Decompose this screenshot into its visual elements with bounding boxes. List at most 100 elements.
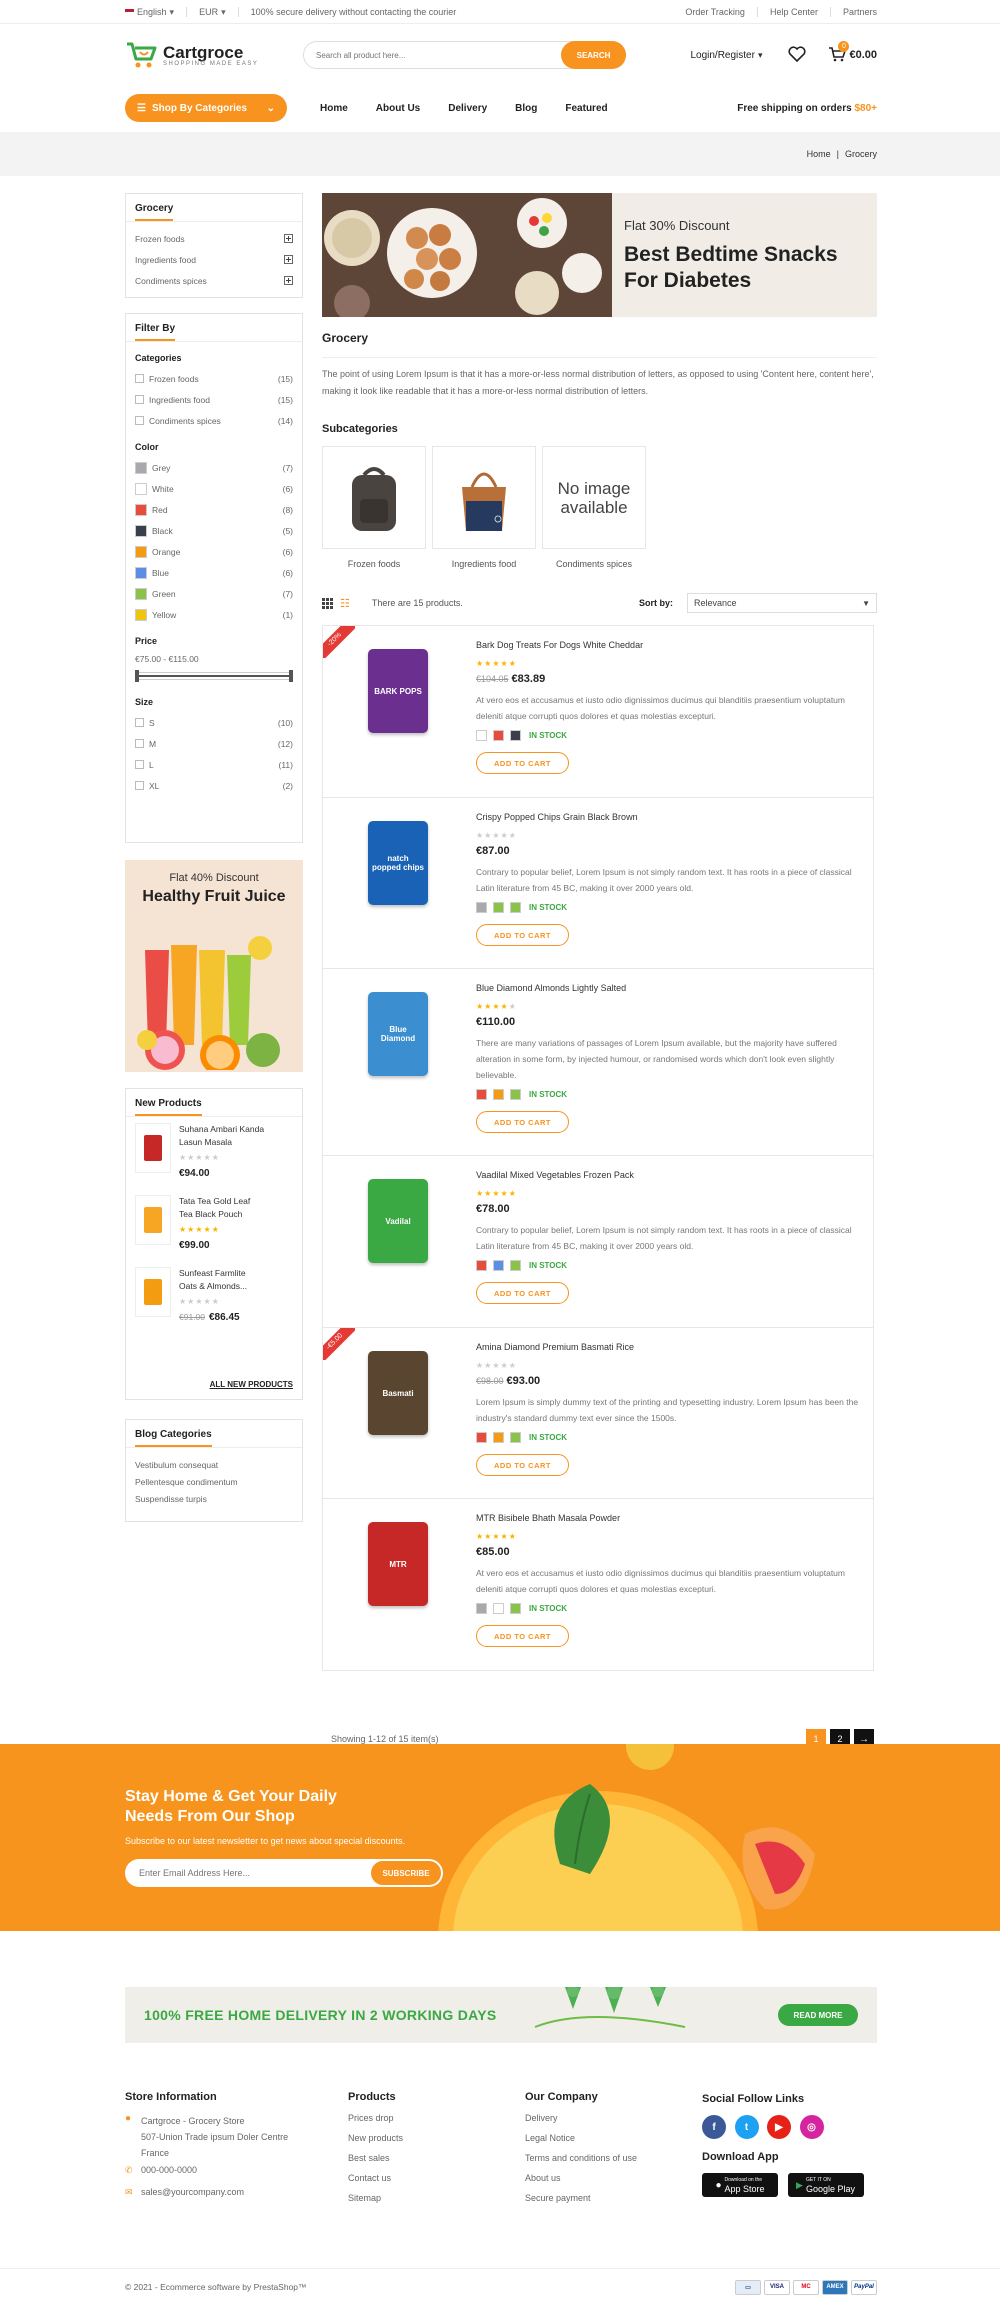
size-filter-option[interactable]: M (12) — [126, 733, 302, 754]
youtube-icon[interactable]: ▶ — [767, 2115, 792, 2139]
search-input[interactable] — [304, 50, 561, 60]
color-swatch[interactable] — [493, 1260, 504, 1271]
product-card[interactable]: Basmati -€5.00 Amina Diamond Premium Basma… — [322, 1327, 874, 1499]
read-more-button[interactable]: READ MORE — [778, 2004, 858, 2026]
twitter-icon[interactable]: t — [734, 2115, 759, 2139]
product-card[interactable]: MTR MTR Bisibele Bhath Masala Powder ★★★★★… — [322, 1498, 874, 1671]
cart-button[interactable]: 0 €0.00 — [828, 40, 877, 65]
color-swatch[interactable] — [493, 1432, 504, 1443]
fruit-juice-promo[interactable]: Flat 40% Discount Healthy Fruit Juice — [125, 860, 303, 1072]
new-product-name[interactable]: Sunfeast Farmlite — [179, 1267, 247, 1280]
newsletter-email-input[interactable] — [125, 1868, 371, 1878]
color-filter-option[interactable]: Orange (6) — [126, 541, 302, 562]
color-swatch[interactable] — [135, 545, 147, 558]
partners-link[interactable]: Partners — [843, 7, 877, 17]
blog-category-link[interactable]: Suspendisse turpis — [126, 1490, 302, 1507]
product-name[interactable]: Crispy Popped Chips Grain Black Brown — [476, 812, 638, 822]
color-swatch[interactable] — [135, 566, 147, 579]
price-slider-handle-min[interactable] — [135, 670, 139, 682]
category-link[interactable]: Frozen foods — [126, 228, 302, 249]
price-slider-handle-max[interactable] — [289, 670, 293, 682]
nav-home[interactable]: Home — [320, 103, 348, 114]
color-swatch[interactable] — [493, 1603, 504, 1614]
product-name[interactable]: Blue Diamond Almonds Lightly Salted — [476, 983, 626, 993]
subcategory-item[interactable]: Frozen foods — [322, 446, 426, 569]
category-link[interactable]: Ingredients food — [126, 249, 302, 270]
add-to-cart-button[interactable]: ADD TO CART — [476, 924, 569, 946]
color-swatch[interactable] — [510, 1089, 521, 1100]
footer-link-secure-payment[interactable]: Secure payment — [525, 2193, 637, 2213]
color-swatch[interactable] — [510, 1260, 521, 1271]
footer-link-new-products[interactable]: New products — [348, 2133, 403, 2153]
color-swatch[interactable] — [476, 902, 487, 913]
color-swatch[interactable] — [493, 902, 504, 913]
product-name[interactable]: Amina Diamond Premium Basmati Rice — [476, 1342, 634, 1352]
color-filter-option[interactable]: Green (7) — [126, 583, 302, 604]
product-name[interactable]: MTR Bisibele Bhath Masala Powder — [476, 1513, 620, 1523]
list-view-icon[interactable]: ☷ — [340, 597, 350, 610]
new-product-name[interactable]: Tea Black Pouch — [179, 1208, 250, 1221]
add-to-cart-button[interactable]: ADD TO CART — [476, 1111, 569, 1133]
footer-link-terms[interactable]: Terms and conditions of use — [525, 2153, 637, 2173]
color-swatch[interactable] — [493, 730, 504, 741]
language-selector[interactable]: English — [137, 7, 167, 17]
product-image[interactable]: Basmati — [343, 1338, 453, 1448]
product-card[interactable]: Vadilal Vaadilal Mixed Vegetables Frozen … — [322, 1155, 874, 1328]
product-image[interactable]: MTR — [343, 1509, 453, 1619]
category-filter-option[interactable]: Condiments spices (14) — [126, 410, 302, 431]
new-product-item[interactable]: Tata Tea Gold Leaf Tea Black Pouch ★★★★★ €9… — [135, 1195, 293, 1267]
product-image[interactable]: Blue Diamond — [343, 979, 453, 1089]
category-filter-option[interactable]: Ingredients food (15) — [126, 389, 302, 410]
nav-featured[interactable]: Featured — [565, 103, 607, 114]
instagram-icon[interactable]: ◎ — [799, 2115, 824, 2139]
color-swatch[interactable] — [135, 461, 147, 474]
footer-link-legal-notice[interactable]: Legal Notice — [525, 2133, 637, 2153]
size-filter-option[interactable]: S (10) — [126, 712, 302, 733]
color-swatch[interactable] — [493, 1089, 504, 1100]
nav-about-us[interactable]: About Us — [376, 103, 420, 114]
color-filter-option[interactable]: Blue (6) — [126, 562, 302, 583]
blog-category-link[interactable]: Pellentesque condimentum — [126, 1473, 302, 1490]
subcategory-item[interactable]: No image available Condiments spices — [542, 446, 646, 569]
product-card[interactable]: BARK POPS -20% Bark Dog Treats For Dogs Wh… — [322, 625, 874, 798]
new-product-item[interactable]: Sunfeast Farmlite Oats & Almonds... ★★★★★ €… — [135, 1267, 293, 1339]
order-tracking-link[interactable]: Order Tracking — [685, 7, 745, 17]
color-filter-option[interactable]: White (6) — [126, 478, 302, 499]
product-name[interactable]: Vaadilal Mixed Vegetables Frozen Pack — [476, 1170, 634, 1180]
search-button[interactable]: SEARCH — [561, 41, 626, 69]
color-filter-option[interactable]: Red (8) — [126, 499, 302, 520]
grid-view-icon[interactable] — [322, 597, 333, 609]
currency-selector[interactable]: EUR — [199, 7, 218, 17]
logo[interactable]: Cartgroce SHOPPING MADE EASY — [125, 40, 315, 70]
wishlist-heart-icon[interactable] — [788, 45, 807, 65]
new-product-item[interactable]: Suhana Ambari Kanda Lasun Masala ★★★★★ €94.… — [135, 1123, 293, 1195]
sort-select[interactable]: Relevance ▼ — [687, 593, 877, 613]
product-image[interactable]: Vadilal — [343, 1166, 453, 1276]
subscribe-button[interactable]: SUBSCRIBE — [371, 1861, 441, 1885]
add-to-cart-button[interactable]: ADD TO CART — [476, 1454, 569, 1476]
plus-icon[interactable] — [284, 255, 293, 264]
color-filter-option[interactable]: Black (5) — [126, 520, 302, 541]
product-card[interactable]: Blue Diamond Blue Diamond Almonds Lightly… — [322, 968, 874, 1156]
checkbox[interactable] — [135, 739, 144, 748]
nav-delivery[interactable]: Delivery — [448, 103, 487, 114]
product-image[interactable]: natch popped chips — [343, 808, 453, 918]
help-center-link[interactable]: Help Center — [770, 7, 818, 17]
price-slider[interactable] — [135, 670, 293, 682]
size-filter-option[interactable]: XL (2) — [126, 775, 302, 796]
footer-link-delivery[interactable]: Delivery — [525, 2113, 637, 2133]
footer-link-contact-us[interactable]: Contact us — [348, 2173, 403, 2193]
blog-category-link[interactable]: Vestibulum consequat — [126, 1456, 302, 1473]
new-product-name[interactable]: Lasun Masala — [179, 1136, 264, 1149]
checkbox[interactable] — [135, 781, 144, 790]
category-filter-option[interactable]: Frozen foods (15) — [126, 368, 302, 389]
color-swatch[interactable] — [476, 730, 487, 741]
product-image[interactable]: BARK POPS — [343, 636, 453, 746]
color-filter-option[interactable]: Yellow (1) — [126, 604, 302, 625]
add-to-cart-button[interactable]: ADD TO CART — [476, 1282, 569, 1304]
nav-blog[interactable]: Blog — [515, 103, 537, 114]
add-to-cart-button[interactable]: ADD TO CART — [476, 1625, 569, 1647]
checkbox[interactable] — [135, 760, 144, 769]
size-filter-option[interactable]: L (11) — [126, 754, 302, 775]
color-swatch[interactable] — [135, 608, 147, 621]
